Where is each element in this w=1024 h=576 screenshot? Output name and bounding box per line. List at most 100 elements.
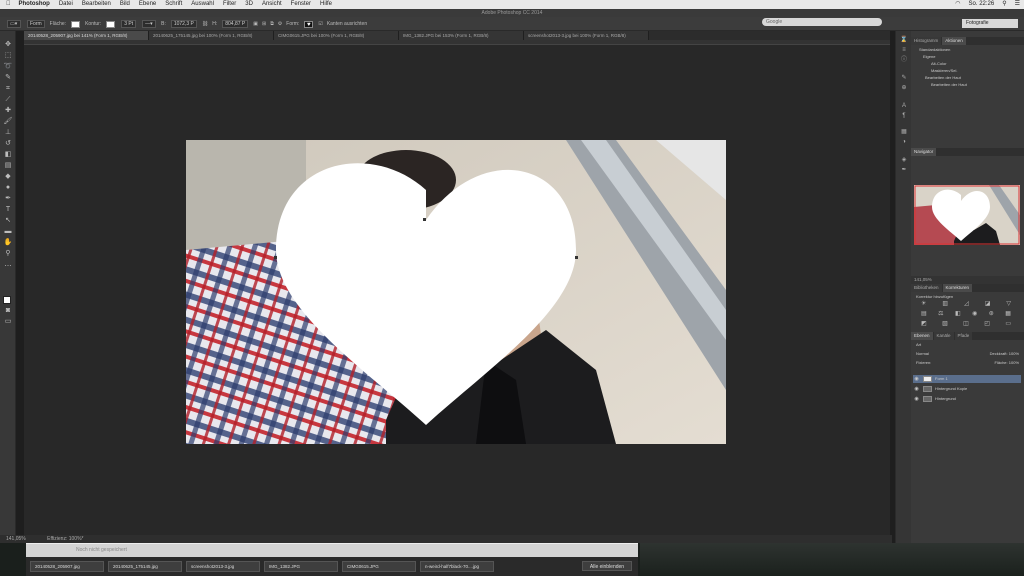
shape-mode-select[interactable]: Form (27, 20, 45, 28)
layer-name[interactable]: Hintergrund Kopie (935, 385, 967, 393)
action-set[interactable]: Standardaktionen (913, 46, 1021, 53)
blend-mode-select[interactable]: Normal (916, 350, 929, 357)
menu-hilfe[interactable]: Hilfe (320, 0, 332, 9)
tab-doc-3[interactable]: CIMG0615.JPG bei 100% (Form 1, RGB/8) (274, 31, 399, 40)
notification-icon[interactable]: ☰ (1015, 0, 1020, 9)
move-tool-icon[interactable]: ✥ (3, 41, 13, 49)
fill-field[interactable]: 100% (1009, 360, 1019, 365)
tab-paths[interactable]: Pfade (954, 332, 973, 340)
menu-schrift[interactable]: Schrift (165, 0, 182, 9)
hand-tool-icon[interactable]: ✋ (3, 239, 13, 247)
tool-preset-picker[interactable]: ▭▾ (7, 20, 21, 28)
black-white-icon[interactable]: ◧ (955, 311, 961, 318)
stamp-tool-icon[interactable]: ⊥ (3, 129, 13, 137)
pen-tool-icon[interactable]: ✒ (3, 195, 13, 203)
layer-row-background-copy[interactable]: ◉ Hintergrund Kopie (913, 385, 1021, 393)
tab-histogram[interactable]: Histogramm (911, 37, 942, 45)
shape-tool-icon[interactable]: ▬ (3, 228, 13, 236)
navigator-preview[interactable] (914, 185, 1020, 245)
marquee-tool-icon[interactable]: ⬚ (3, 52, 13, 60)
blur-tool-icon[interactable]: ◆ (3, 173, 13, 181)
brush-tool-icon[interactable]: 🖌 (3, 118, 13, 126)
action-item[interactable]: Bearbeiten der Haut (913, 81, 1021, 88)
tab-actions[interactable]: Aktionen (942, 37, 966, 45)
color-lookup-icon[interactable]: ▦ (1005, 311, 1011, 318)
download-item[interactable]: n-weird-half7black-70....jpg (420, 561, 494, 572)
brush-panel-icon[interactable]: ✎ (900, 75, 908, 81)
wifi-icon[interactable]: ◠ (955, 0, 960, 9)
heart-shape-picker[interactable]: ♥ (304, 20, 314, 28)
history-icon[interactable]: ⌛ (900, 37, 908, 43)
color-icon[interactable]: ◑ (900, 139, 908, 145)
menu-ebene[interactable]: Ebene (139, 0, 156, 9)
character-icon[interactable]: A (900, 103, 908, 109)
tab-doc-1[interactable]: 20140528_205907.jpg bei 141% (Form 1, RG… (24, 31, 149, 40)
path-ops-icon[interactable]: ▣ (253, 21, 258, 27)
tab-layers[interactable]: Ebenen (911, 332, 933, 340)
gear-icon[interactable]: ⚙ (278, 21, 282, 27)
eye-icon[interactable]: ◉ (913, 395, 920, 403)
invert-icon[interactable]: ◩ (921, 321, 927, 328)
menu-ansicht[interactable]: Ansicht (262, 0, 282, 9)
download-item[interactable]: 20140528_205907.jpg (30, 561, 104, 572)
quick-mask-icon[interactable]: ◙ (3, 307, 13, 315)
eye-icon[interactable]: ◉ (913, 375, 920, 383)
channel-mixer-icon[interactable]: ⊛ (989, 311, 994, 318)
dodge-tool-icon[interactable]: ● (3, 184, 13, 192)
zoom-readout[interactable]: 141,05% (6, 536, 26, 542)
layer-filter-select[interactable]: Art (916, 342, 921, 347)
eye-icon[interactable]: ◉ (913, 385, 920, 393)
tab-adjustments[interactable]: Korrekturen (942, 284, 973, 292)
document-canvas[interactable] (186, 140, 726, 444)
layer-row-form-1[interactable]: ◉ Form 1 (913, 375, 1021, 383)
action-item[interactable]: Bearbeiten der Haut (913, 74, 1021, 81)
stroke-swatch[interactable] (106, 20, 116, 28)
clock[interactable]: So. 22:26 (969, 0, 995, 9)
type-tool-icon[interactable]: T (3, 206, 13, 214)
threshold-icon[interactable]: ◫ (963, 321, 969, 328)
curves-icon[interactable]: ◿ (964, 301, 969, 308)
opacity-field[interactable]: 100% (1009, 351, 1019, 356)
path-select-tool-icon[interactable]: ↖ (3, 217, 13, 225)
align-edges-checkbox[interactable]: ☑ (318, 21, 322, 27)
menu-auswahl[interactable]: Auswahl (191, 0, 214, 9)
stroke-width-field[interactable]: 3 Pt (121, 20, 137, 28)
search-field[interactable]: Google (762, 18, 882, 26)
photo-filter-icon[interactable]: ◉ (972, 311, 977, 318)
history-brush-icon[interactable]: ↺ (3, 140, 13, 148)
vibrance-icon[interactable]: ▽ (1006, 301, 1011, 308)
brightness-icon[interactable]: ☀ (921, 301, 926, 308)
link-icon[interactable]: ⛓ (202, 21, 208, 27)
quick-select-tool-icon[interactable]: ✎ (3, 74, 13, 82)
eraser-tool-icon[interactable]: ◧ (3, 151, 13, 159)
layer-name[interactable]: Hintergrund (935, 395, 956, 403)
stroke-style-select[interactable]: ―▾ (142, 20, 157, 28)
path-arrange-icon[interactable]: ⧉ (270, 21, 274, 27)
menu-fenster[interactable]: Fenster (291, 0, 311, 9)
doc-info[interactable]: Effizienz: 100%* (47, 536, 83, 542)
foreground-color-swatch[interactable] (3, 296, 11, 304)
tab-doc-5[interactable]: screenshot2013-3.jpg bei 100% (Form 1, R… (524, 31, 649, 40)
crop-tool-icon[interactable]: ⌗ (3, 85, 13, 93)
tab-doc-4[interactable]: IMG_1382.JPG bei 153% (Form 1, RGB/8) (399, 31, 524, 40)
zoom-tool-icon[interactable]: ⚲ (3, 250, 13, 258)
paths-icon[interactable]: ✒ (900, 167, 908, 173)
height-field[interactable]: 804,87 P (222, 20, 249, 28)
download-item[interactable]: screenshot2013-3.jpg (186, 561, 260, 572)
levels-icon[interactable]: ▥ (942, 301, 948, 308)
navigator-zoom[interactable]: 141,05% (914, 277, 932, 282)
path-align-icon[interactable]: ⊞ (262, 21, 266, 27)
posterize-icon[interactable]: ▧ (942, 321, 948, 328)
action-set[interactable]: Eigene (913, 53, 1021, 60)
menu-filter[interactable]: Filter (223, 0, 236, 9)
menu-bearbeiten[interactable]: Bearbeiten (82, 0, 111, 9)
menu-app-name[interactable]: Photoshop (19, 0, 50, 9)
menu-bild[interactable]: Bild (120, 0, 130, 9)
show-all-downloads-button[interactable]: Alle einblenden (582, 561, 632, 571)
exposure-icon[interactable]: ◪ (985, 301, 991, 308)
extra-tools-icon[interactable]: ⋯ (3, 263, 13, 271)
spotlight-icon[interactable]: ⚲ (1002, 0, 1006, 9)
info-icon[interactable]: ⓘ (900, 57, 908, 63)
tab-channels[interactable]: Kanäle (933, 332, 954, 340)
swatches-icon[interactable]: ▦ (900, 129, 908, 135)
